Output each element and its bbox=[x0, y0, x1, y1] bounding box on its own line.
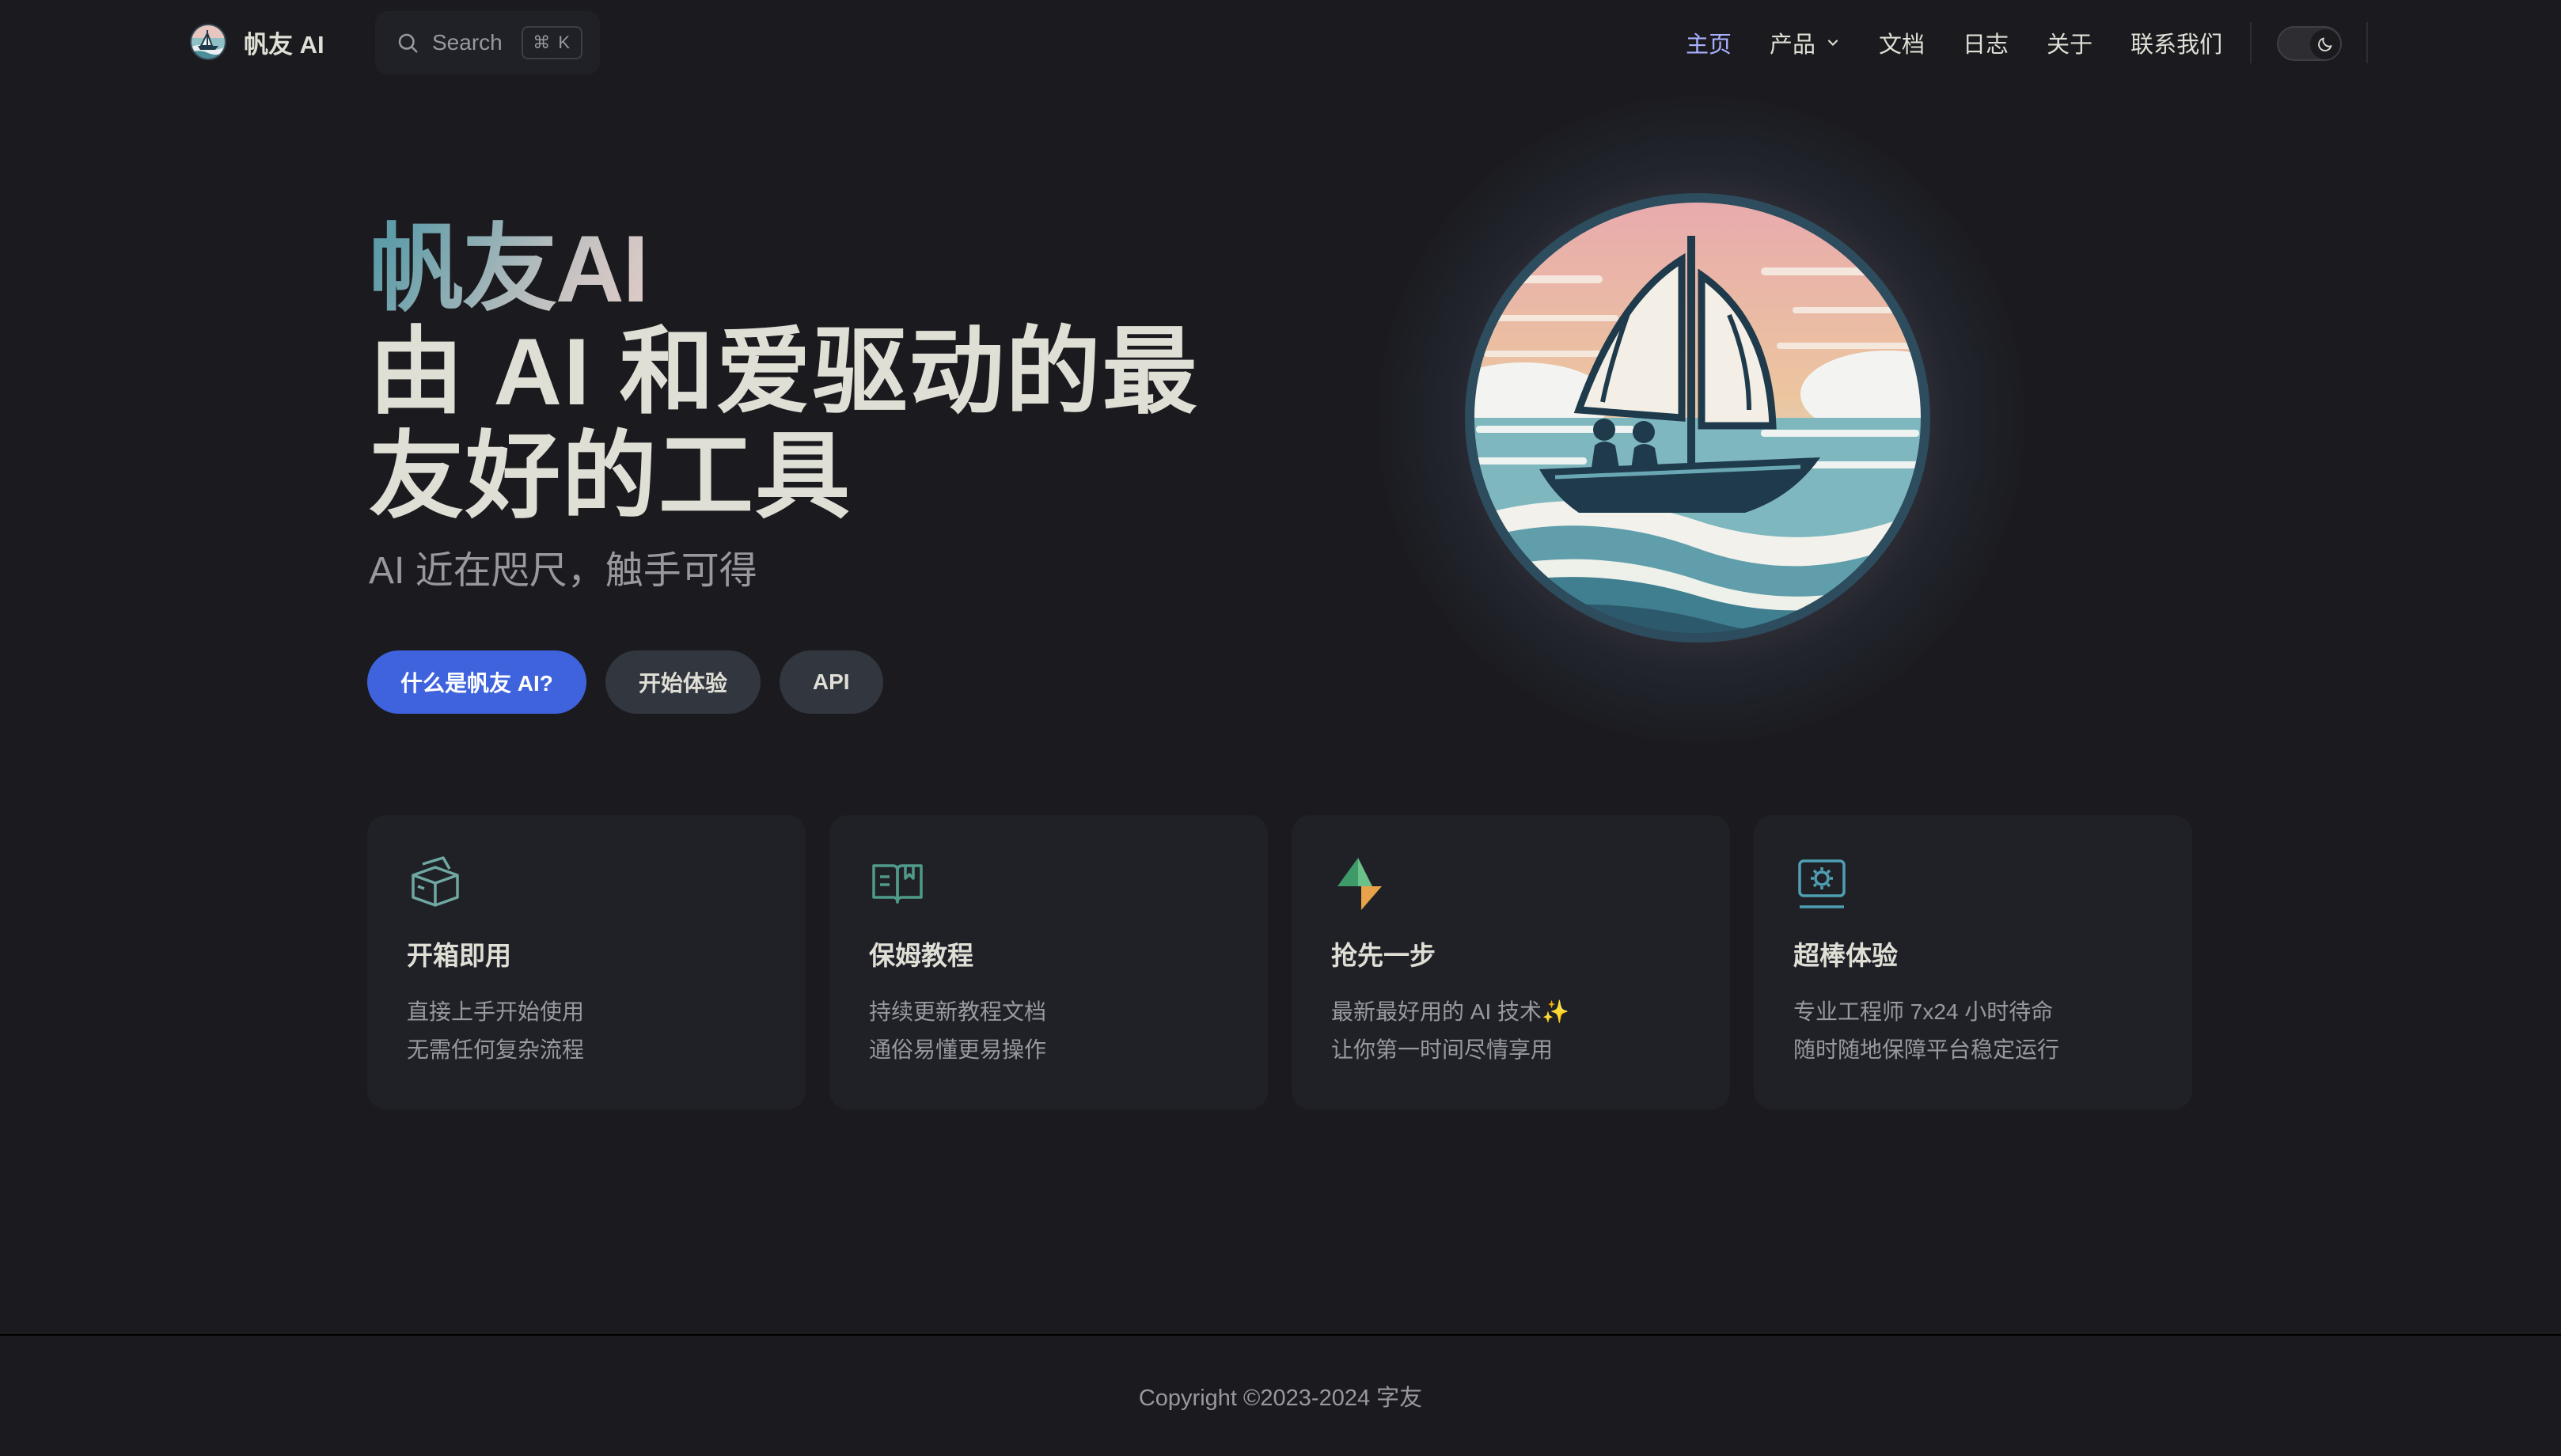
feature-card: 保姆教程 持续更新教程文档 通俗易懂更易操作 bbox=[829, 815, 1268, 1109]
nav-item-label: 日志 bbox=[1963, 32, 2009, 58]
nav-item-label: 产品 bbox=[1770, 32, 1816, 58]
nav-item-home[interactable]: 主页 bbox=[1686, 26, 1732, 59]
nav-divider bbox=[2366, 22, 2368, 63]
sailboat-logo-image bbox=[1465, 193, 1930, 643]
brand-home-link[interactable]: 帆友 AI bbox=[190, 22, 324, 62]
feature-title: 开箱即用 bbox=[407, 941, 511, 970]
feature-details: 持续更新教程文档 通俗易懂更易操作 bbox=[869, 993, 1228, 1069]
monitor-gear-icon bbox=[1798, 859, 1846, 908]
api-button[interactable]: API bbox=[779, 650, 883, 714]
theme-toggle-knob bbox=[2310, 29, 2340, 59]
hero-headline: 由 AI 和爱驱动的最友好的工具 bbox=[369, 319, 1199, 529]
feature-details: 直接上手开始使用 无需任何复杂流程 bbox=[407, 993, 766, 1069]
feature-detail-line: 通俗易懂更易操作 bbox=[869, 1037, 1047, 1062]
get-started-button[interactable]: 开始体验 bbox=[605, 650, 761, 714]
feature-title: 保姆教程 bbox=[869, 941, 973, 970]
what-is-button[interactable]: 什么是帆友 AI? bbox=[367, 650, 586, 714]
nav-item-label: 主页 bbox=[1686, 32, 1732, 58]
feature-card: 抢先一步 最新最好用的 AI 技术✨ 让你第一时间尽情享用 bbox=[1292, 815, 1730, 1109]
nav-menu: 主页 产品 文档 日志 关于 联系我们 bbox=[1686, 24, 2260, 62]
nav-item-label: 关于 bbox=[2047, 32, 2093, 58]
feature-card: 超棒体验 专业工程师 7x24 小时待命 随时随地保障平台稳定运行 bbox=[1754, 815, 2192, 1109]
logo-icon bbox=[190, 24, 226, 60]
feature-details: 最新最好用的 AI 技术✨ 让你第一时间尽情享用 bbox=[1331, 993, 1690, 1069]
box-icon bbox=[412, 856, 459, 907]
lightning-icon bbox=[1337, 858, 1382, 910]
nav-item-contact[interactable]: 联系我们 bbox=[2130, 26, 2222, 59]
nav-item-products[interactable]: 产品 bbox=[1770, 26, 1841, 59]
hero-actions: 什么是帆友 AI? 开始体验 API bbox=[367, 650, 902, 714]
nav-item-label: 联系我们 bbox=[2130, 32, 2223, 58]
hero-name: 帆友AI bbox=[369, 214, 649, 324]
chevron-down-icon bbox=[1827, 40, 1838, 46]
search-icon bbox=[398, 33, 418, 53]
feature-detail-line: 随时随地保障平台稳定运行 bbox=[1793, 1037, 2060, 1062]
copyright-text: Copyright ©2023-2024 字友 bbox=[1138, 1386, 1423, 1411]
nav-divider bbox=[2250, 22, 2252, 63]
feature-title: 超棒体验 bbox=[1793, 941, 1898, 970]
footer: Copyright ©2023-2024 字友 bbox=[0, 1334, 2561, 1456]
feature-details: 专业工程师 7x24 小时待命 随时随地保障平台稳定运行 bbox=[1793, 993, 2153, 1069]
theme-toggle-switch[interactable] bbox=[2277, 26, 2342, 61]
feature-detail-line: 专业工程师 7x24 小时待命 bbox=[1793, 999, 2054, 1024]
nav-item-label: 文档 bbox=[1879, 32, 1925, 58]
nav-item-docs[interactable]: 文档 bbox=[1879, 26, 1925, 59]
features-grid: 开箱即用 直接上手开始使用 无需任何复杂流程 保姆教程 持续更新教程文档 通俗易… bbox=[367, 815, 2192, 1109]
nav-item-changelog[interactable]: 日志 bbox=[1963, 26, 2009, 59]
feature-detail-line: 让你第一时间尽情享用 bbox=[1331, 1037, 1554, 1062]
feature-detail-line: 无需任何复杂流程 bbox=[407, 1037, 585, 1062]
feature-card: 开箱即用 直接上手开始使用 无需任何复杂流程 bbox=[367, 815, 806, 1109]
hero-tagline: AI 近在咫尺，触手可得 bbox=[369, 550, 757, 592]
top-navbar: 帆友 AI Search ⌘ K 主页 产品 文档 日志 关于 联系我们 bbox=[0, 0, 2561, 87]
nav-item-about[interactable]: 关于 bbox=[2047, 26, 2092, 59]
feature-title: 抢先一步 bbox=[1331, 941, 1436, 970]
feature-detail-line: 直接上手开始使用 bbox=[407, 999, 585, 1024]
feature-detail-line: 最新最好用的 AI 技术✨ bbox=[1331, 999, 1569, 1024]
feature-detail-line: 持续更新教程文档 bbox=[869, 999, 1047, 1024]
brand-name: 帆友 AI bbox=[244, 30, 324, 59]
hero-image-container bbox=[1377, 95, 2026, 744]
search-shortcut: ⌘ K bbox=[522, 26, 582, 59]
book-icon bbox=[872, 864, 923, 904]
search-label: Search bbox=[432, 30, 503, 55]
moon-icon bbox=[2318, 37, 2332, 51]
search-button[interactable]: Search ⌘ K bbox=[375, 11, 600, 74]
